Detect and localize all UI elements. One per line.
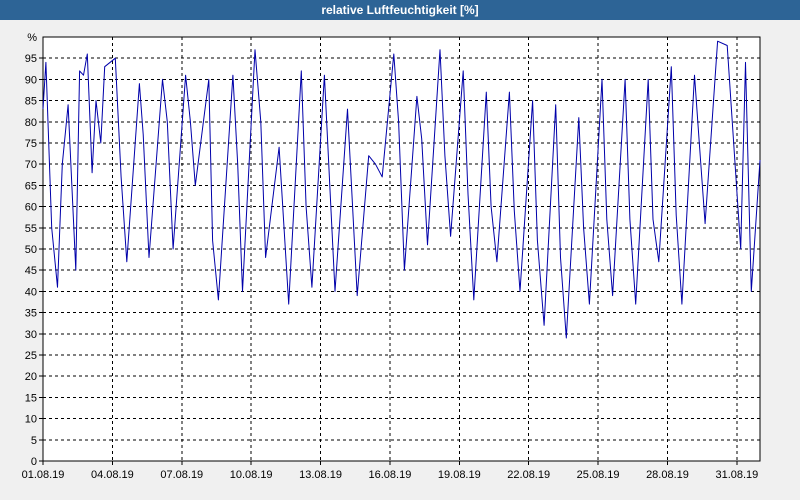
x-tick-label: 25.08.19 [577, 469, 620, 481]
x-tick-label: 31.08.19 [715, 469, 758, 481]
x-tick-label: 07.08.19 [160, 469, 203, 481]
y-tick-label: 0 [31, 456, 37, 468]
x-tick-label: 19.08.19 [438, 469, 481, 481]
x-tick-label: 10.08.19 [230, 469, 273, 481]
x-tick-label: 16.08.19 [369, 469, 412, 481]
chart-window: relative Luftfeuchtigkeit [%] 0 5 10 15 20 25… [0, 0, 800, 500]
window-title: relative Luftfeuchtigkeit [%] [0, 0, 800, 20]
y-tick-label: 50 [25, 244, 37, 256]
x-tick-label: 01.08.19 [22, 469, 65, 481]
y-tick-label: 60 [25, 202, 37, 214]
y-tick-label: 30 [25, 329, 37, 341]
y-tick-label: 20 [25, 371, 37, 383]
plot-area [43, 37, 760, 461]
y-tick-label: 80 [25, 117, 37, 129]
humidity-chart: 0 5 10 15 20 25 30 35 40 45 50 55 60 65 70 75 80 85 90 95% 0… [22, 32, 761, 481]
y-tick-label: 25 [25, 350, 37, 362]
y-tick-label: 40 [25, 286, 37, 298]
y-tick-label: 65 [25, 180, 37, 192]
x-tick-label: 22.08.19 [507, 469, 550, 481]
y-tick-label: 35 [25, 308, 37, 320]
y-tick-label: 10 [25, 414, 37, 426]
y-tick-label: 90 [25, 74, 37, 86]
y-axis-unit-label: % [27, 32, 37, 44]
y-tick-label: 95 [25, 53, 37, 65]
x-tick-label: 13.08.19 [299, 469, 342, 481]
y-tick-label: 75 [25, 138, 37, 150]
y-tick-label: 70 [25, 159, 37, 171]
x-tick-label: 04.08.19 [91, 469, 134, 481]
y-tick-label: 55 [25, 223, 37, 235]
x-tick-label: 28.08.19 [646, 469, 689, 481]
y-tick-label: 45 [25, 265, 37, 277]
y-tick-label: 15 [25, 392, 37, 404]
y-tick-label: 5 [31, 435, 37, 447]
y-tick-label: 85 [25, 96, 37, 108]
